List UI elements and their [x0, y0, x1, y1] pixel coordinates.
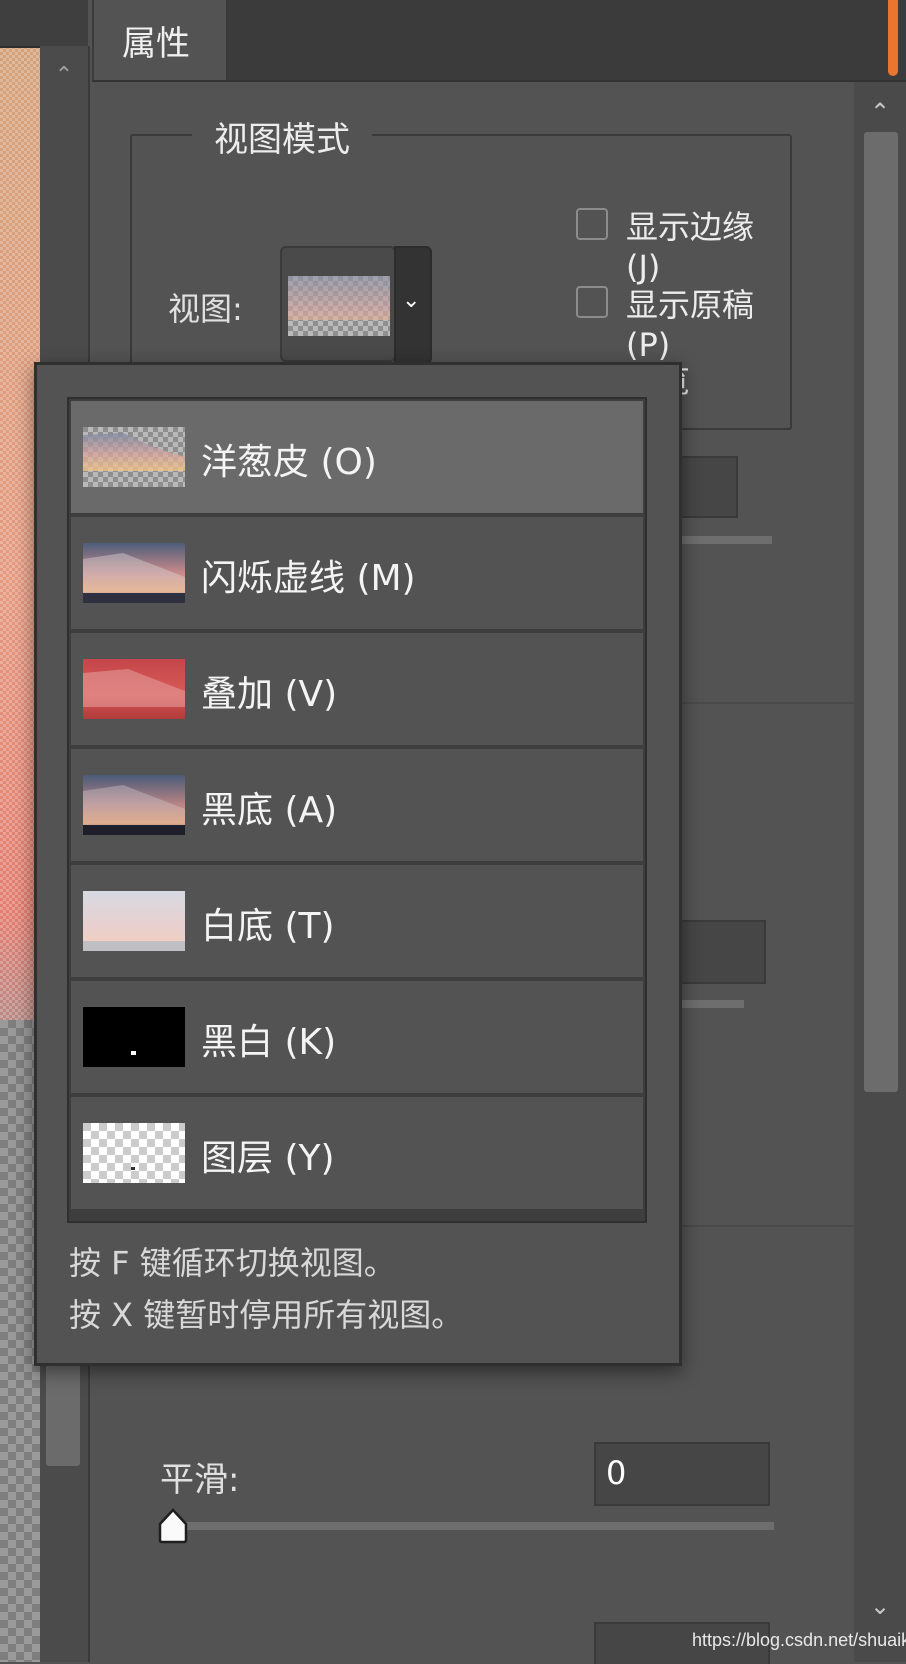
smooth-label: 平滑:	[160, 1460, 240, 1500]
view-option-layer[interactable]: 图层 (Y)	[71, 1097, 643, 1209]
chevron-down-icon[interactable]: ⌄	[868, 1592, 892, 1620]
chevron-up-icon[interactable]: ⌃	[54, 65, 74, 87]
view-option-onion-skin[interactable]: 洋葱皮 (O)	[71, 401, 643, 513]
onion-skin-thumbnail	[288, 276, 390, 336]
canvas-top-bar	[0, 0, 88, 48]
onion-skin-thumbnail	[83, 427, 185, 487]
show-original-label: 显示原稿 (P)	[626, 286, 755, 364]
smooth-slider-track[interactable]	[160, 1522, 774, 1530]
popup-hint: 按 F 键循环切换视图。 按 X 键暂时停用所有视图。	[69, 1237, 463, 1341]
on-white-thumbnail	[83, 891, 185, 951]
show-edge-label: 显示边缘 (J)	[626, 208, 755, 286]
panel-tab-bar: 属性	[92, 0, 906, 82]
view-option-label: 黑底 (A)	[201, 790, 338, 831]
overlay-thumbnail	[83, 659, 185, 719]
watermark-text: https://blog.csdn.net/shuaikx	[692, 1630, 906, 1650]
view-option-black-white[interactable]: 黑白 (K)	[71, 981, 643, 1093]
marching-ants-thumbnail	[83, 543, 185, 603]
view-option-on-black[interactable]: 黑底 (A)	[71, 749, 643, 861]
view-option-label: 黑白 (K)	[201, 1022, 337, 1063]
view-option-overlay[interactable]: 叠加 (V)	[71, 633, 643, 745]
show-edge-checkbox[interactable]	[576, 208, 608, 240]
view-label: 视图:	[168, 290, 243, 328]
view-option-on-white[interactable]: 白底 (T)	[71, 865, 643, 977]
smooth-value: 0	[606, 1454, 627, 1492]
tab-properties[interactable]: 属性	[94, 0, 228, 80]
view-option-label: 叠加 (V)	[201, 674, 338, 715]
hint-disable-views: 按 X 键暂时停用所有视图。	[69, 1296, 464, 1334]
panel-accent-bar	[888, 0, 898, 76]
view-mode-list: 洋葱皮 (O) 闪烁虚线 (M) 叠加 (V) 黑底 (A) 白底 (T) 黑白…	[67, 397, 647, 1223]
on-black-thumbnail	[83, 775, 185, 835]
hint-cycle-views: 按 F 键循环切换视图。	[69, 1244, 396, 1282]
view-mode-legend: 视图模式	[192, 112, 372, 161]
view-option-label: 图层 (Y)	[201, 1138, 335, 1179]
layer-thumbnail	[83, 1123, 185, 1183]
slider-knob-icon[interactable]	[158, 1508, 188, 1544]
panel-scrollbar[interactable]: ⌃ ⌄	[854, 82, 906, 1662]
view-option-label: 白底 (T)	[201, 906, 335, 947]
view-mode-dropdown-button[interactable]: ⌄	[394, 246, 432, 364]
panel-scroll-thumb[interactable]	[864, 132, 898, 1092]
view-mode-preview[interactable]	[280, 246, 396, 362]
view-option-label: 闪烁虚线 (M)	[201, 558, 416, 599]
chevron-down-icon: ⌄	[402, 288, 421, 313]
view-option-label: 洋葱皮 (O)	[201, 442, 377, 483]
view-mode-popup: 洋葱皮 (O) 闪烁虚线 (M) 叠加 (V) 黑底 (A) 白底 (T) 黑白…	[34, 362, 682, 1366]
tab-properties-label: 属性	[122, 24, 190, 64]
smooth-input[interactable]: 0	[594, 1442, 770, 1506]
chevron-up-icon[interactable]: ⌃	[868, 98, 892, 126]
show-original-checkbox[interactable]	[576, 286, 608, 318]
view-option-marching-ants[interactable]: 闪烁虚线 (M)	[71, 517, 643, 629]
black-white-thumbnail	[83, 1007, 185, 1067]
